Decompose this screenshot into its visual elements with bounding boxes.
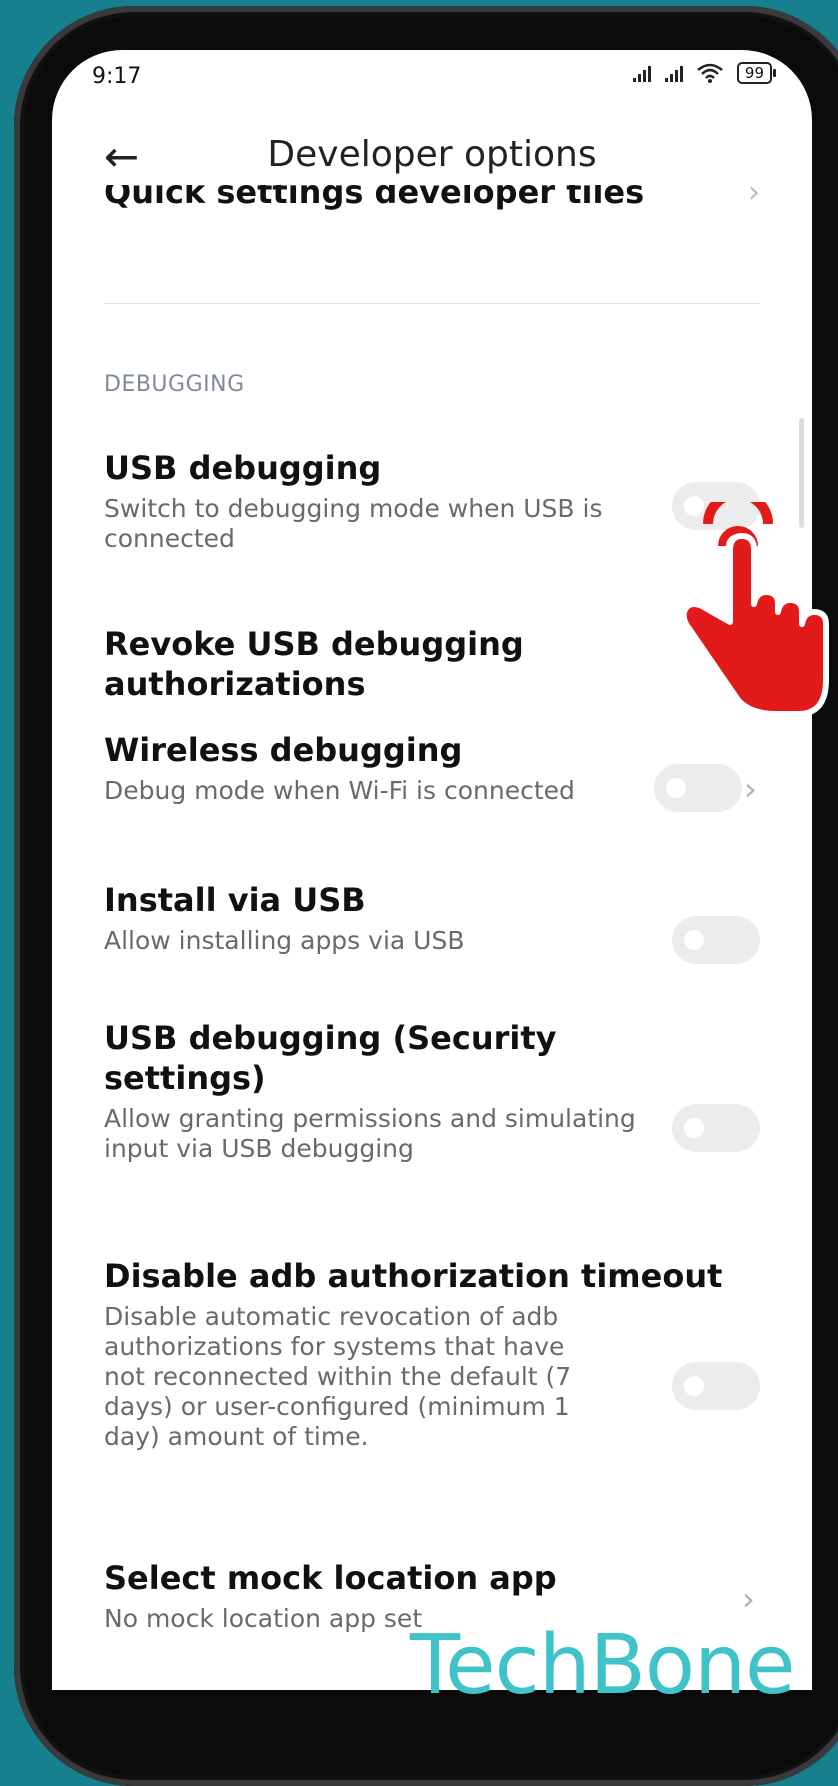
list-item-title: Install via USB (104, 881, 366, 919)
wifi-icon (697, 63, 723, 83)
tap-hand-icon (680, 502, 829, 717)
disable-adb-timeout-toggle[interactable] (672, 1362, 760, 1410)
wireless-debugging-toggle[interactable] (654, 764, 742, 812)
list-item-revoke-usb-authorizations[interactable]: Revoke USB debugging authorizations (104, 624, 760, 704)
list-item-subtitle: Disable automatic revocation of adb auth… (104, 1302, 572, 1451)
status-time: 9:17 (92, 64, 142, 89)
list-item-title: Quick settings developer tiles (104, 185, 645, 211)
signal-icon-2 (664, 64, 683, 82)
phone-screen: 9:17 99 ← Developer options Quick settin… (52, 50, 812, 1690)
section-header-debugging: DEBUGGING (104, 372, 245, 397)
status-icons: 99 (632, 62, 777, 84)
list-item-wireless-debugging[interactable]: Wireless debugging Debug mode when Wi-Fi… (104, 730, 652, 806)
list-item-title: Revoke USB debugging authorizations (104, 625, 524, 703)
usb-debugging-security-toggle[interactable] (672, 1104, 760, 1152)
list-item-title: Wireless debugging (104, 731, 463, 769)
list-item-title: USB debugging (104, 449, 382, 487)
list-item-subtitle: Switch to debugging mode when USB is con… (104, 494, 603, 553)
list-item-title: Disable adb authorization timeout (104, 1257, 723, 1295)
list-item-disable-adb-timeout[interactable]: Disable adb authorization timeout Disabl… (104, 1256, 760, 1452)
list-item-subtitle: Allow installing apps via USB (104, 926, 465, 955)
list-item-subtitle: Allow granting permissions and simulatin… (104, 1104, 636, 1163)
divider (104, 303, 760, 304)
chevron-right-icon: › (748, 185, 760, 210)
list-item-install-via-usb[interactable]: Install via USB Allow installing apps vi… (104, 880, 672, 956)
install-via-usb-toggle[interactable] (672, 916, 760, 964)
techbone-watermark: TechBone (410, 1618, 796, 1713)
list-item-title: USB debugging (Security settings) (104, 1019, 557, 1097)
chevron-right-icon: › (744, 770, 757, 808)
battery-icon: 99 (736, 62, 777, 84)
chevron-right-icon: › (742, 1580, 755, 1618)
list-item-subtitle: Debug mode when Wi-Fi is connected (104, 776, 575, 805)
page-title: Developer options (267, 134, 597, 175)
list-item-usb-debugging-security[interactable]: USB debugging (Security settings) Allow … (104, 1018, 662, 1164)
list-item-usb-debugging[interactable]: USB debugging Switch to debugging mode w… (104, 448, 672, 554)
status-bar: 9:17 99 (92, 58, 777, 98)
list-item-quick-settings-tiles[interactable]: Quick settings developer tiles › (104, 185, 760, 225)
signal-icon (632, 64, 651, 82)
list-item-title: Select mock location app (104, 1559, 557, 1597)
